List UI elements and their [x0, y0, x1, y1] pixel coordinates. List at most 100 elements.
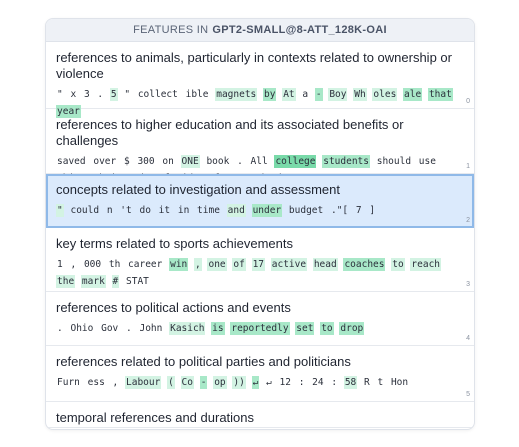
feature-item[interactable]: references related to political parties …	[46, 346, 474, 402]
token: 7	[355, 205, 362, 216]
feature-title: concepts related to investigation and as…	[56, 182, 341, 197]
token: ↵	[251, 376, 260, 389]
token: :	[298, 377, 305, 388]
token: should	[376, 156, 412, 167]
token: by	[263, 88, 277, 101]
token: do	[139, 205, 151, 216]
token: 3	[83, 89, 90, 100]
feature-item[interactable]: references to political actions and even…	[46, 292, 474, 346]
token: 5	[109, 88, 118, 101]
token: John	[139, 323, 163, 334]
token: Kasich	[169, 322, 206, 335]
token: over	[93, 156, 117, 167]
feature-title: temporal references and durations	[56, 410, 255, 425]
token: of	[232, 258, 246, 271]
token: :	[331, 377, 338, 388]
token-sequence: 1 , 000 th career win , one of 17 active…	[56, 256, 464, 290]
token: At	[282, 88, 296, 101]
token: Hon	[390, 377, 409, 388]
feature-title: references related to political parties …	[56, 354, 351, 369]
token: 17	[251, 258, 266, 271]
features-panel: FEATURES IN GPT2-SMALL@8-ATT_128K-OAI re…	[45, 18, 475, 430]
token: saved	[57, 156, 86, 167]
panel-header: FEATURES IN GPT2-SMALL@8-ATT_128K-OAI	[46, 19, 474, 42]
model-name: GPT2-SMALL@8-ATT_128K-OAI	[212, 24, 387, 36]
token: magnets	[215, 88, 258, 101]
token: .	[97, 89, 104, 100]
token: 12	[279, 377, 291, 388]
token: could	[70, 205, 100, 216]
token: 000	[83, 259, 102, 270]
token: "	[57, 89, 63, 100]
token: Ohio	[70, 323, 94, 334]
feature-list: references to animals, particularly in c…	[46, 42, 474, 428]
token: reportedly	[230, 322, 290, 335]
token: the	[56, 275, 76, 288]
token: ]	[369, 205, 376, 216]
token: coaches	[343, 258, 386, 271]
token: set	[295, 322, 315, 335]
feature-item[interactable]: references to higher education and its a…	[46, 109, 474, 184]
token: use	[418, 156, 436, 167]
token: oles	[372, 88, 398, 101]
token: ,	[194, 258, 202, 271]
token: op	[213, 376, 227, 389]
feature-item[interactable]: references to animals, particularly in c…	[46, 42, 474, 118]
token: 58	[343, 376, 358, 389]
token: ONE	[180, 155, 200, 168]
feature-item[interactable]: temporal references and durations	[46, 402, 474, 428]
feature-index: 1	[466, 163, 470, 170]
feature-index: 3	[466, 281, 470, 288]
token: active	[270, 258, 308, 271]
token: on	[162, 156, 174, 167]
feature-item[interactable]: key terms related to sports achievements…	[46, 228, 474, 292]
token: that	[427, 88, 453, 101]
token: budget	[288, 205, 324, 216]
token: t	[377, 377, 384, 388]
token: ↵	[266, 377, 272, 388]
token: "	[56, 204, 64, 217]
token: "	[124, 89, 131, 100]
token: ess	[87, 377, 105, 388]
token: #	[111, 275, 120, 288]
token: Furn	[57, 377, 80, 388]
token: ,	[70, 259, 77, 270]
token: ible	[185, 89, 209, 100]
token: to	[320, 322, 334, 335]
token: 't	[120, 205, 132, 216]
feature-index: 2	[466, 217, 470, 224]
token: it	[158, 205, 171, 216]
token: ,	[112, 377, 119, 388]
token: ."[	[330, 205, 349, 216]
token: 24	[312, 377, 324, 388]
token: career	[128, 259, 163, 270]
token: and	[226, 204, 246, 217]
token: college	[274, 155, 317, 168]
token: .	[237, 156, 243, 167]
token: .	[126, 323, 132, 334]
token: reach	[410, 258, 442, 271]
feature-item[interactable]: concepts related to investigation and as…	[46, 174, 474, 228]
token: under	[251, 204, 283, 217]
token-sequence: Furn ess , Labour ( Co - op )) ↵ ↵ 12 : …	[56, 374, 464, 391]
token: ))	[232, 376, 246, 389]
token-sequence: " could n 't do it in time and under bud…	[56, 202, 464, 219]
header-prefix: FEATURES IN	[133, 24, 209, 36]
token: -	[199, 376, 208, 389]
token: mark	[80, 275, 106, 288]
token: All	[250, 156, 268, 167]
token: Labour	[125, 376, 162, 389]
feature-title: references to animals, particularly in c…	[56, 50, 452, 81]
token: n	[106, 205, 113, 216]
token: Boy	[328, 88, 348, 101]
token-sequence: . Ohio Gov . John Kasich is reportedly s…	[56, 320, 464, 337]
feature-title: key terms related to sports achievements	[56, 236, 293, 251]
token: Co	[180, 376, 194, 389]
token: is	[211, 322, 225, 335]
feature-title: references to higher education and its a…	[56, 117, 404, 148]
feature-index: 0	[466, 98, 470, 105]
token: book	[206, 156, 230, 167]
feature-index: 4	[466, 335, 470, 342]
token: 300	[137, 156, 155, 167]
token: x	[70, 89, 77, 100]
